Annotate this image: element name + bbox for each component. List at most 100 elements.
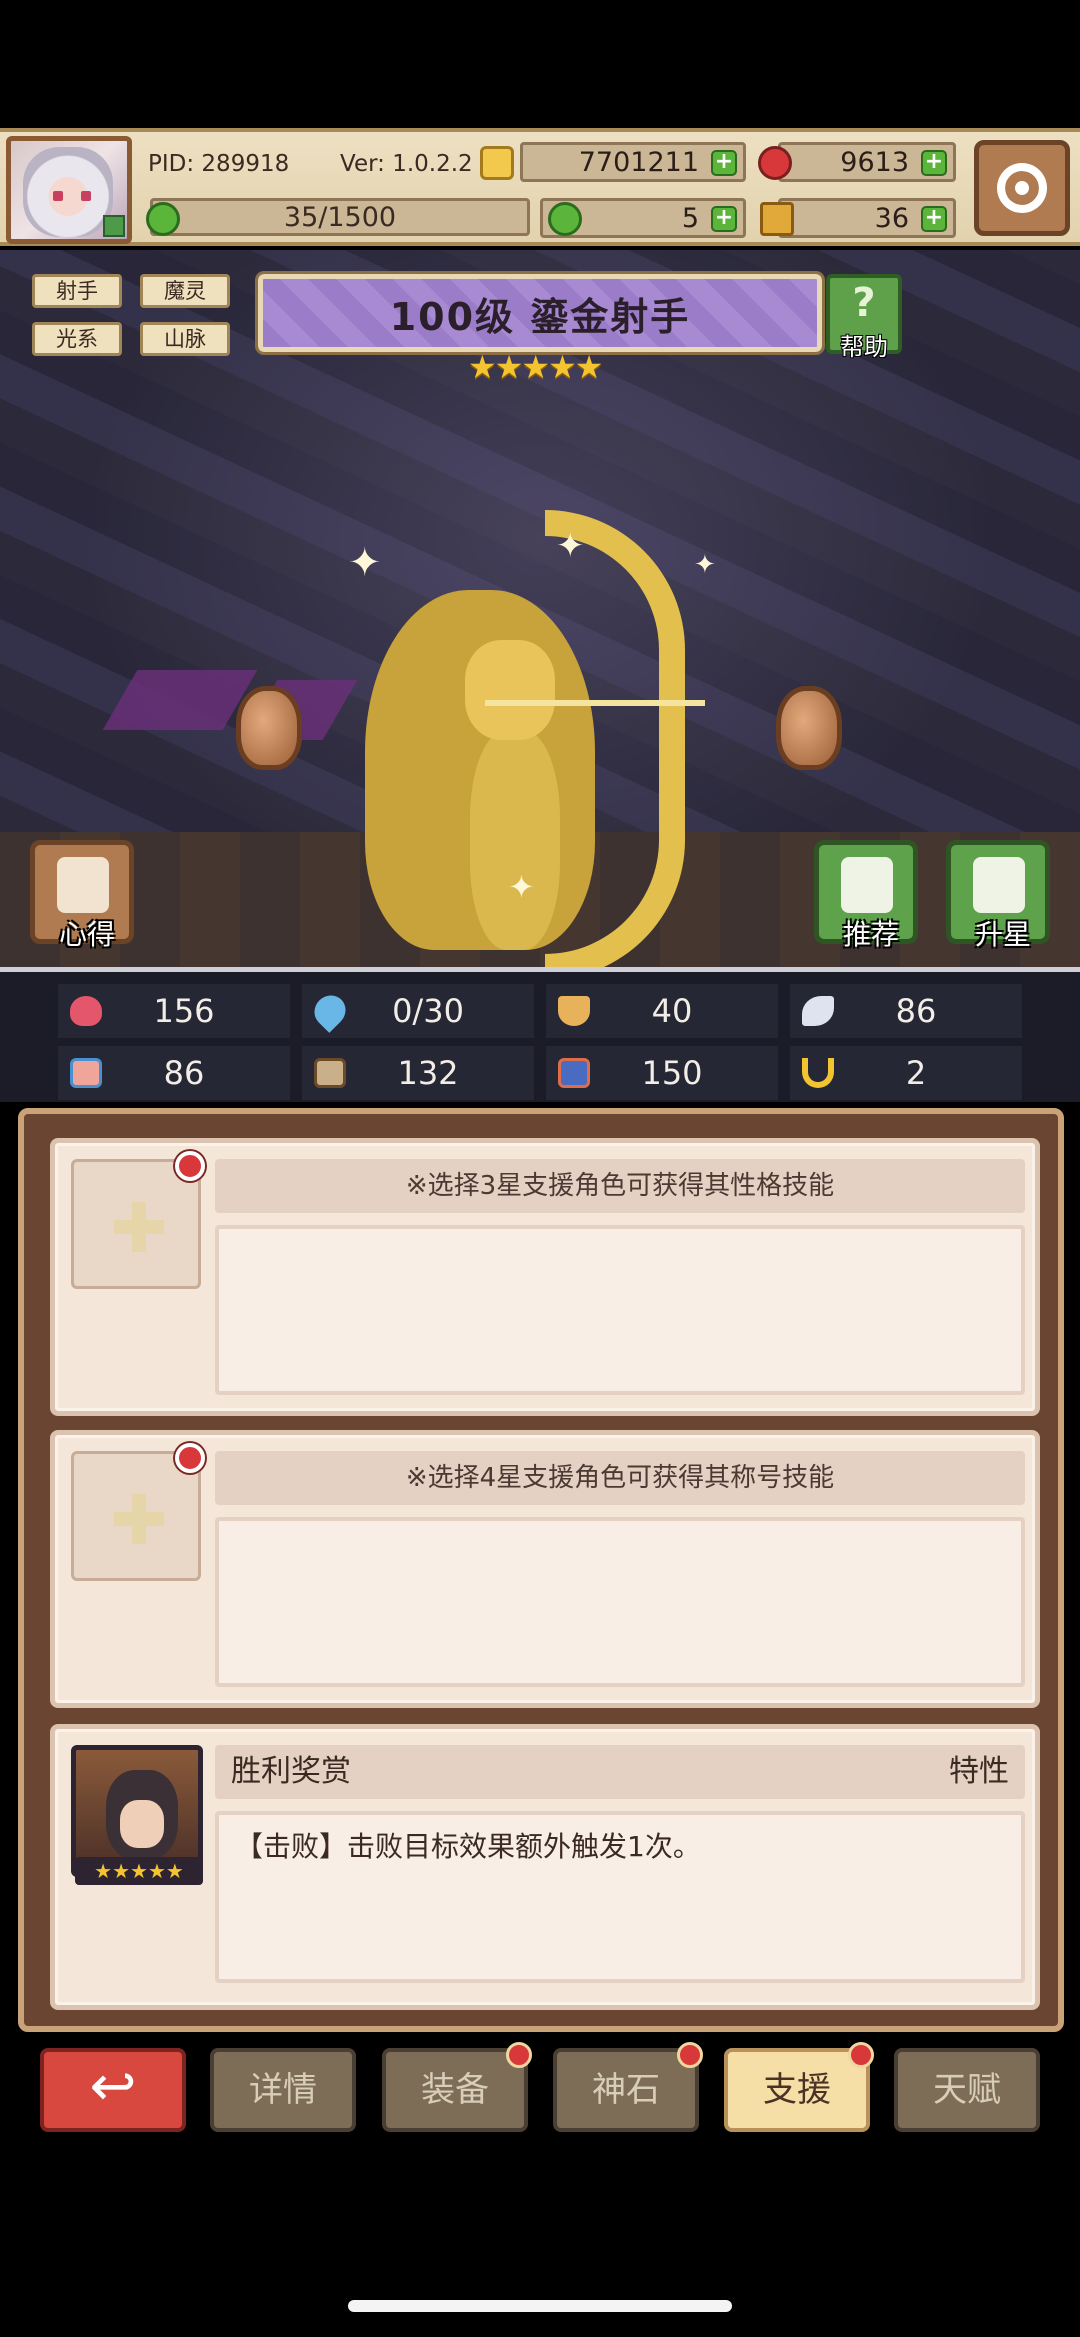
- tab-equipment[interactable]: 装备: [382, 2042, 532, 2132]
- notification-dot: [677, 2042, 703, 2068]
- character-stage: 射手 魔灵 光系 山脉 100级 鎏金射手 ★★★★★ ? 帮助 ✦ ✦ ✦ ✦…: [0, 250, 1080, 972]
- character-title-banner: 100级 鎏金射手: [255, 271, 825, 355]
- slot-hint: ※选择3星支援角色可获得其性格技能: [215, 1159, 1025, 1213]
- character-stars: ★★★★★: [468, 348, 603, 386]
- add-clover-button[interactable]: +: [711, 206, 737, 232]
- back-arrow-icon: ↩: [89, 2054, 137, 2119]
- key-value: 36: [874, 202, 909, 234]
- back-button[interactable]: ↩: [40, 2048, 186, 2132]
- stat-mana: 0/30: [302, 984, 534, 1038]
- prev-character-stone-button[interactable]: [236, 686, 302, 770]
- trait-description: 【击败】击败目标效果额外触发1次。: [215, 1811, 1025, 1983]
- sparkle-icon: ✦: [556, 526, 585, 566]
- stat-resistance: 150: [546, 1046, 778, 1100]
- tab-details[interactable]: 详情: [210, 2048, 356, 2132]
- next-character-stone-button[interactable]: [776, 686, 842, 770]
- stamina-bar: 35/1500: [150, 198, 530, 236]
- race-tag: 魔灵: [140, 274, 230, 308]
- shield-icon: [558, 996, 590, 1026]
- stat-magic: 132: [302, 1046, 534, 1100]
- archer-face: [465, 640, 555, 740]
- tab-godstone-label: 神石: [592, 2070, 660, 2110]
- settings-button[interactable]: [974, 140, 1070, 236]
- home-indicator[interactable]: [348, 2300, 732, 2312]
- stat-speed: 86: [790, 984, 1022, 1038]
- notification-dot: [175, 1443, 205, 1473]
- bottom-tab-bar: ↩ 详情 装备 神石 支援 天赋: [0, 2040, 1080, 2140]
- sparkle-icon: ✦: [508, 868, 535, 906]
- support-trait-card: ★★★★★ 胜利奖赏 特性 【击败】击败目标效果额外触发1次。: [50, 1724, 1040, 2010]
- tab-talent[interactable]: 天赋: [894, 2048, 1040, 2132]
- sparkle-icon: ✦: [694, 550, 716, 580]
- slot-skill-area: [215, 1225, 1025, 1395]
- gold-value: 7701211: [578, 146, 699, 178]
- heart-icon: [70, 996, 102, 1026]
- scroll-icon: [558, 1058, 590, 1088]
- archer-arrow: [485, 700, 705, 706]
- question-icon: ?: [852, 280, 876, 326]
- notes-label: 心得: [58, 918, 115, 951]
- plus-icon: [114, 1494, 164, 1544]
- notes-button[interactable]: 心得: [30, 840, 134, 951]
- add-gem-button[interactable]: +: [921, 150, 947, 176]
- slot-hint: ※选择4星支援角色可获得其称号技能: [215, 1451, 1025, 1505]
- support-slot-title: ※选择4星支援角色可获得其称号技能: [50, 1430, 1040, 1708]
- notification-dot: [506, 2042, 532, 2068]
- thumbs-up-icon: [841, 857, 893, 913]
- recommend-label: 推荐: [842, 918, 899, 951]
- add-key-button[interactable]: +: [921, 206, 947, 232]
- help-label: 帮助: [840, 333, 888, 361]
- support-slot-personality: ※选择3星支援角色可获得其性格技能: [50, 1138, 1040, 1416]
- golden-archer-sprite: [355, 510, 715, 972]
- notification-dot: [848, 2042, 874, 2068]
- upgrade-star-button[interactable]: 升星: [946, 840, 1050, 951]
- star-icon: [973, 857, 1025, 913]
- upgrade-star-label: 升星: [974, 918, 1031, 951]
- gold-counter: 7701211 +: [520, 142, 746, 182]
- stat-hp: 156: [58, 984, 290, 1038]
- add-gold-button[interactable]: +: [711, 150, 737, 176]
- sparkle-icon: ✦: [348, 540, 382, 586]
- cave-crystal: [102, 670, 258, 730]
- top-resource-bar: PID: 289918 Ver: 1.0.2.2 7701211 + 9613 …: [0, 128, 1080, 246]
- avatar-portrait: [23, 147, 113, 237]
- portrait-face: [120, 1800, 164, 1848]
- avatar-badge-icon: [103, 215, 125, 237]
- trait-name-bar: 胜利奖赏 特性: [215, 1745, 1025, 1799]
- game-version: Ver: 1.0.2.2: [340, 151, 473, 177]
- recommend-button[interactable]: 推荐: [814, 840, 918, 951]
- player-avatar[interactable]: [6, 136, 132, 244]
- slot-skill-area: [215, 1517, 1025, 1687]
- book-icon: [314, 1058, 346, 1088]
- gem-counter: 9613 +: [778, 142, 956, 182]
- stat-attack: 86: [58, 1046, 290, 1100]
- tab-godstone[interactable]: 神石: [553, 2042, 703, 2132]
- clover-value: 5: [681, 202, 699, 234]
- clover-icon: [548, 202, 582, 236]
- avatar-eye: [53, 191, 63, 201]
- clover-stamina-icon: [146, 202, 180, 236]
- plus-icon: [114, 1202, 164, 1252]
- red-gem-icon: [758, 146, 792, 180]
- key-counter: 36 +: [778, 198, 956, 238]
- gear-icon: [997, 163, 1047, 213]
- support-panel: ※选择3星支援角色可获得其性格技能 ※选择4星支援角色可获得其称号技能 ★★★★…: [18, 1108, 1064, 2032]
- help-button[interactable]: ? 帮助: [826, 274, 902, 361]
- gem-value: 9613: [840, 146, 909, 178]
- class-tag: 射手: [32, 274, 122, 308]
- stat-defense: 40: [546, 984, 778, 1038]
- fist-icon: [70, 1058, 102, 1088]
- player-id: PID: 289918: [148, 151, 290, 177]
- notification-dot: [175, 1151, 205, 1181]
- support-character-stars: ★★★★★: [75, 1857, 203, 1885]
- avatar-eye: [81, 191, 91, 201]
- tab-equipment-label: 装备: [421, 2070, 489, 2110]
- element-tag: 光系: [32, 322, 122, 356]
- terrain-tag: 山脉: [140, 322, 230, 356]
- key-icon: [760, 202, 794, 236]
- tab-support-label: 支援: [763, 2070, 831, 2110]
- notes-icon: [57, 857, 109, 913]
- stat-luck: 2: [790, 1046, 1022, 1100]
- trait-name: 胜利奖赏: [231, 1754, 351, 1789]
- tab-support[interactable]: 支援: [724, 2042, 874, 2132]
